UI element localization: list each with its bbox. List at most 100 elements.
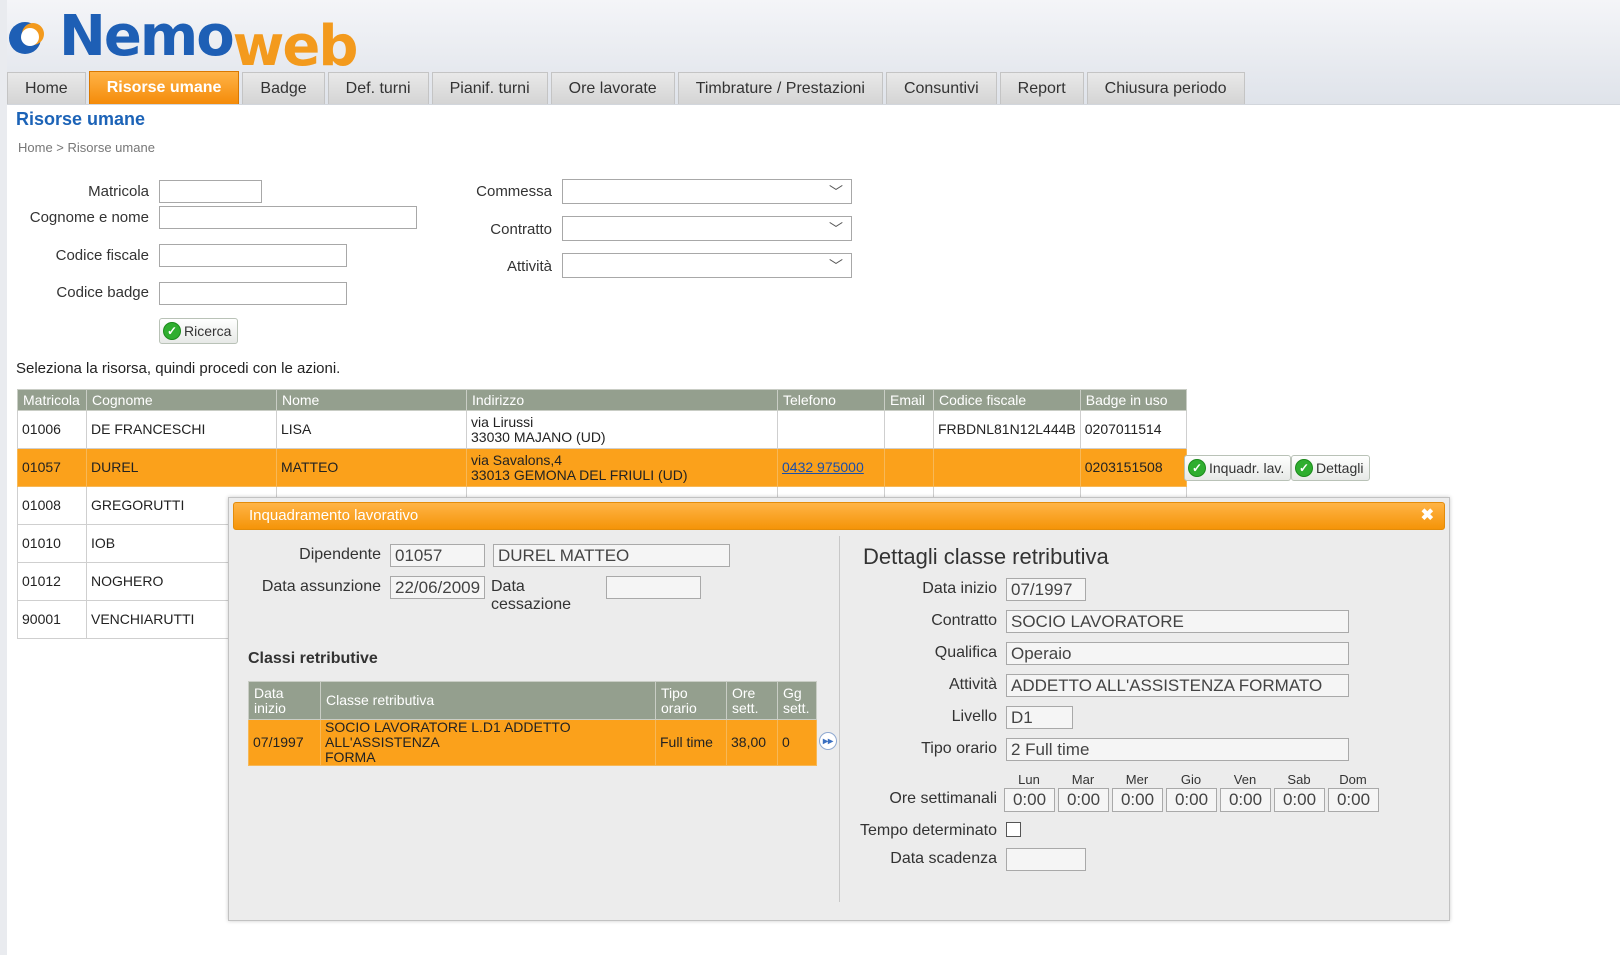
cell-matricola: 01012: [17, 562, 87, 601]
col-codice-fiscale[interactable]: Codice fiscale: [933, 389, 1081, 411]
ore-dom-field[interactable]: 0:00: [1328, 788, 1379, 812]
tab-timbrature-prestazioni[interactable]: Timbrature / Prestazioni: [677, 72, 883, 104]
data-cessazione-label: Data cessazione: [491, 578, 572, 613]
codice-fiscale-label: Codice fiscale: [55, 247, 149, 264]
day-label-mer: Mer: [1125, 772, 1149, 787]
dipendente-label: Dipendente: [299, 546, 381, 563]
dettagli-button[interactable]: ✓ Dettagli: [1291, 455, 1371, 481]
data-scadenza-field[interactable]: [1006, 848, 1086, 871]
attivita-select[interactable]: ﹀: [562, 253, 852, 278]
page-title: Risorse umane: [16, 109, 146, 129]
address-line-1: via Savalons,4: [471, 451, 563, 468]
day-label-dom: Dom: [1339, 772, 1367, 787]
data-inizio-label: Data inizio: [922, 580, 997, 597]
address-line-2: 33013 GEMONA DEL FRIULI (UD): [471, 466, 688, 483]
contratto-field[interactable]: SOCIO LAVORATORE: [1006, 610, 1349, 633]
dettagli-label: Dettagli: [1316, 460, 1364, 476]
ore-ven-field[interactable]: 0:00: [1220, 788, 1271, 812]
tab-risorse-umane[interactable]: Risorse umane: [88, 71, 240, 105]
dialog-titlebar[interactable]: Inquadramento lavorativo ✖: [233, 502, 1445, 530]
dialog-right-panel: Dettagli classe retributiva Data inizio …: [841, 534, 1445, 920]
col-email[interactable]: Email: [884, 389, 934, 411]
cell-cognome: DUREL: [86, 448, 277, 487]
classi-retributive-title: Classi retributive: [248, 650, 378, 667]
tab-chiusura-periodo[interactable]: Chiusura periodo: [1086, 72, 1245, 104]
codice-fiscale-input[interactable]: [159, 244, 347, 267]
inquadr-lav-label: Inquadr. lav.: [1209, 460, 1285, 476]
ore-mar-field[interactable]: 0:00: [1058, 788, 1109, 812]
inquadr-lav-button[interactable]: ✓ Inquadr. lav.: [1184, 455, 1292, 481]
classi-retributive-table: Data inizio Classe retributiva Tipo orar…: [248, 681, 817, 766]
tempo-determinato-checkbox[interactable]: [1006, 822, 1021, 837]
col-ore-sett[interactable]: Ore sett.: [726, 681, 778, 720]
col-tipo-orario[interactable]: Tipo orario: [655, 681, 727, 720]
data-inizio-field[interactable]: 07/1997: [1006, 578, 1086, 601]
ore-mer-field[interactable]: 0:00: [1112, 788, 1163, 812]
sub-bar: [7, 104, 1620, 134]
chevron-down-icon: ﹀: [829, 221, 843, 237]
tab-pianif-turni[interactable]: Pianif. turni: [431, 72, 548, 104]
dettagli-title: Dettagli classe retributiva: [863, 544, 1109, 569]
ricerca-button[interactable]: ✓ Ricerca: [159, 318, 239, 344]
dipendente-name-field[interactable]: DUREL MATTEO: [493, 544, 730, 567]
cell-telefono: 0432 975000: [777, 448, 885, 487]
logo-text: Nemoweb: [59, 4, 358, 79]
telefono-link[interactable]: 0432 975000: [782, 459, 864, 475]
tab-consuntivi[interactable]: Consuntivi: [885, 72, 997, 104]
col-cognome[interactable]: Cognome: [86, 389, 277, 411]
tab-def-turni[interactable]: Def. turni: [327, 72, 429, 104]
col-telefono[interactable]: Telefono: [777, 389, 885, 411]
day-label-sab: Sab: [1287, 772, 1311, 787]
tab-badge[interactable]: Badge: [242, 72, 325, 104]
col-indirizzo[interactable]: Indirizzo: [466, 389, 778, 411]
chevron-down-icon: ﹀: [829, 258, 843, 274]
col-nome[interactable]: Nome: [276, 389, 467, 411]
attivita-label: Attività: [506, 258, 552, 275]
matricola-input[interactable]: [159, 180, 262, 203]
ore-gio-field[interactable]: 0:00: [1166, 788, 1217, 812]
breadcrumb: Home > Risorse umane: [18, 140, 155, 155]
cell-indirizzo: via Lirussi 33030 MAJANO (UD): [466, 410, 778, 449]
commessa-select[interactable]: ﹀: [562, 179, 852, 204]
col-gg-sett[interactable]: Gg sett.: [777, 681, 817, 720]
cell-gg-sett: 0: [777, 719, 817, 766]
data-scadenza-label: Data scadenza: [890, 850, 997, 867]
codice-badge-input[interactable]: [159, 282, 347, 305]
data-cessazione-field[interactable]: [606, 576, 701, 599]
cell-badge: 0203151508: [1079, 448, 1187, 487]
contratto-label: Contratto: [931, 612, 997, 629]
dipendente-code-field[interactable]: 01057: [390, 544, 485, 567]
classi-row-selected[interactable]: 07/1997 SOCIO LAVORATORE L.D1 ADDETTO AL…: [248, 719, 817, 766]
contratto-label: Contratto: [490, 221, 552, 238]
instruction-text: Seleziona la risorsa, quindi procedi con…: [16, 360, 341, 377]
col-badge[interactable]: Badge in uso: [1079, 389, 1187, 411]
ore-sab-field[interactable]: 0:00: [1274, 788, 1325, 812]
col-gg-sett-line2: sett.: [783, 699, 810, 716]
ore-settimanali-label: Ore settimanali: [889, 790, 997, 807]
ore-lun-field[interactable]: 0:00: [1004, 788, 1055, 812]
close-icon[interactable]: ✖: [1421, 503, 1434, 529]
app-frame: Nemoweb Home Risorse umane Badge Def. tu…: [7, 0, 1620, 955]
tab-ore-lavorate[interactable]: Ore lavorate: [550, 72, 675, 104]
cognome-nome-input[interactable]: [159, 206, 417, 229]
commessa-label: Commessa: [476, 183, 552, 200]
cell-nome: LISA: [276, 410, 467, 449]
col-matricola[interactable]: Matricola: [17, 389, 87, 411]
cell-email: [884, 448, 934, 487]
col-data-inizio[interactable]: Data inizio: [248, 681, 321, 720]
contratto-select[interactable]: ﹀: [562, 216, 852, 241]
tipo-orario-field[interactable]: 2 Full time: [1006, 738, 1349, 761]
tab-report[interactable]: Report: [999, 72, 1084, 104]
cell-ore-sett: 38,00: [726, 719, 778, 766]
data-assunzione-field[interactable]: 22/06/2009: [390, 576, 485, 599]
next-arrow-icon[interactable]: ▸▸: [819, 732, 837, 750]
tab-home[interactable]: Home: [7, 72, 86, 104]
col-classe-retributiva[interactable]: Classe retributiva: [320, 681, 656, 720]
livello-field[interactable]: D1: [1006, 706, 1073, 729]
tempo-determinato-label: Tempo determinato: [860, 822, 997, 839]
table-row-selected[interactable]: 01057 DUREL MATTEO via Savalons,4 33013 …: [17, 448, 1187, 487]
qualifica-field[interactable]: Operaio: [1006, 642, 1349, 665]
table-row[interactable]: 01006 DE FRANCESCHI LISA via Lirussi 330…: [17, 410, 1187, 449]
attivita-field[interactable]: ADDETTO ALL'ASSISTENZA FORMATO: [1006, 674, 1349, 697]
cell-email: [884, 410, 934, 449]
